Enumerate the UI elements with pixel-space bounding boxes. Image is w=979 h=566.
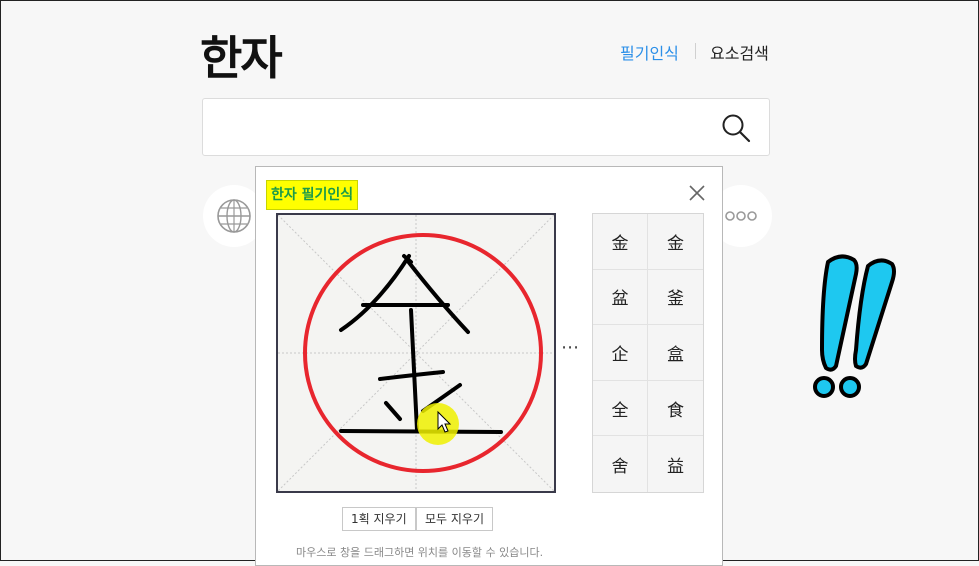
nav-divider	[695, 43, 696, 59]
candidate-item[interactable]: 盒	[648, 325, 703, 381]
close-icon	[689, 185, 705, 201]
panel-title: 한자 필기인식	[266, 180, 359, 210]
handwriting-strokes	[278, 215, 554, 491]
close-button[interactable]	[688, 184, 706, 202]
clear-stroke-button[interactable]: 1획 지우기	[342, 507, 416, 531]
candidate-item[interactable]: 企	[593, 325, 648, 381]
nav-element-search-link[interactable]: 요소검색	[710, 40, 769, 64]
drawing-canvas[interactable]	[276, 213, 556, 493]
search-input[interactable]	[217, 109, 701, 147]
handwriting-panel: 한자 필기인식 ⋯ 金 金 盆 釜 企 盒 全 食 舍 益 1획 지우기 모두 …	[255, 166, 723, 566]
candidate-item[interactable]: 益	[648, 436, 703, 492]
candidate-item[interactable]: 全	[593, 380, 648, 437]
candidate-item[interactable]: 釜	[648, 270, 703, 326]
search-box	[202, 98, 770, 156]
candidate-item[interactable]: 金	[648, 214, 703, 270]
more-candidates-indicator: ⋯	[561, 337, 580, 358]
exclamation-marks-icon	[813, 254, 896, 398]
candidate-item[interactable]: 食	[648, 381, 703, 437]
candidate-item[interactable]: 舍	[593, 436, 648, 492]
drag-hint-text: 마우스로 창을 드래그하면 위치를 이동할 수 있습니다.	[296, 546, 544, 559]
candidate-item[interactable]: 盆	[593, 269, 648, 326]
search-icon	[722, 114, 751, 143]
page-title: 한자	[200, 31, 283, 85]
candidate-grid: 金 金 盆 釜 企 盒 全 食 舍 益	[592, 213, 704, 493]
nav-handwriting-link[interactable]: 필기인식	[620, 40, 679, 64]
candidate-item[interactable]: 金	[593, 214, 648, 270]
clear-all-button[interactable]: 모두 지우기	[416, 507, 494, 531]
search-button[interactable]	[720, 112, 752, 144]
